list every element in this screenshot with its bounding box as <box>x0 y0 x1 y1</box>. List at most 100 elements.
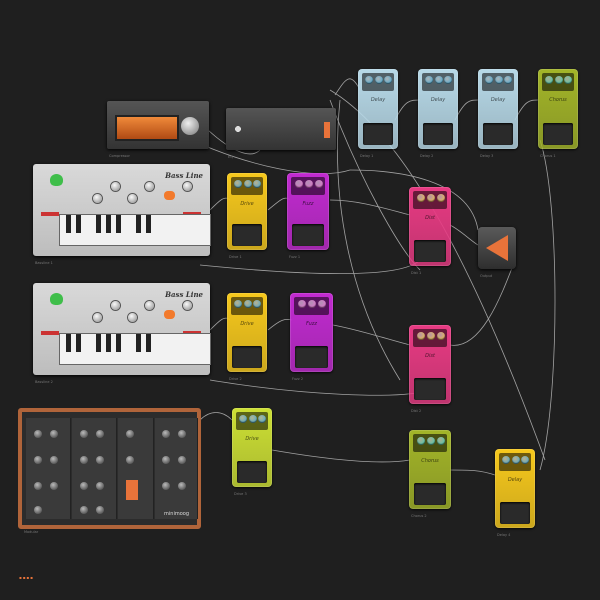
module-knob-icon[interactable] <box>178 482 186 490</box>
eq-slider[interactable] <box>324 122 330 138</box>
pedal-dist[interactable]: Dist Dist 1 <box>409 187 451 275</box>
pattern-button[interactable] <box>41 212 59 216</box>
pedal-knob-icon[interactable] <box>436 194 445 202</box>
stomp-switch[interactable] <box>414 240 446 262</box>
pedal-knob-icon[interactable] <box>294 180 303 188</box>
stomp-switch[interactable] <box>543 123 573 145</box>
heart-button[interactable] <box>164 191 175 200</box>
stomp-switch[interactable] <box>295 346 328 368</box>
pedal-fuzz[interactable]: Fuzz Fuzz 1 <box>287 173 329 259</box>
modular-synth[interactable]: minimoog Modular <box>18 408 201 534</box>
module-knob-icon[interactable] <box>126 430 134 438</box>
pedal-knob-icon[interactable] <box>416 194 425 202</box>
pedal-drive[interactable]: Drive Drive 3 <box>232 408 272 496</box>
stomp-switch[interactable] <box>414 378 446 400</box>
gain-knob-icon[interactable] <box>181 117 199 135</box>
envmod-knob-icon[interactable] <box>145 301 154 310</box>
pedal-knob-icon[interactable] <box>554 76 563 84</box>
cutoff-knob-icon[interactable] <box>111 301 120 310</box>
output-device[interactable]: Output <box>478 227 516 278</box>
pedal-knob-icon[interactable] <box>434 76 443 84</box>
pedal-knob-icon[interactable] <box>297 300 306 308</box>
pedal-knob-icon[interactable] <box>314 180 323 188</box>
pedal-caption: Fuzz 1 <box>289 255 301 259</box>
module-knob-icon[interactable] <box>34 430 42 438</box>
modular-caption: Modular <box>24 530 39 534</box>
bassline-synth-2[interactable]: Bass Line Bassline 2 <box>33 283 211 384</box>
step-keyboard[interactable] <box>59 214 211 246</box>
pedal-drive[interactable]: Drive Drive 2 <box>227 293 267 381</box>
stomp-switch[interactable] <box>232 224 262 246</box>
pedal-knob-icon[interactable] <box>243 180 252 188</box>
stomp-switch[interactable] <box>414 483 446 505</box>
tune-knob-icon[interactable] <box>93 194 102 203</box>
module-knob-icon[interactable] <box>96 482 104 490</box>
module-knob-icon[interactable] <box>126 456 134 464</box>
module-knob-icon[interactable] <box>80 430 88 438</box>
pedal-knob-icon[interactable] <box>308 300 317 308</box>
step-keyboard[interactable] <box>59 333 211 365</box>
pedal-knob-icon[interactable] <box>374 76 383 84</box>
stomp-switch[interactable] <box>237 461 267 483</box>
module-knob-icon[interactable] <box>162 430 170 438</box>
module-knob-icon[interactable] <box>50 482 58 490</box>
module-knob-icon[interactable] <box>96 430 104 438</box>
module-knob-icon[interactable] <box>80 506 88 514</box>
eq-rack[interactable]: EQ <box>226 108 336 159</box>
stomp-switch[interactable] <box>232 346 262 368</box>
module-knob-icon[interactable] <box>50 456 58 464</box>
module-knob-icon[interactable] <box>96 456 104 464</box>
pedal-delay[interactable]: Delay Delay 1 <box>358 69 398 158</box>
module-knob-icon[interactable] <box>162 482 170 490</box>
pedal-knob-icon[interactable] <box>436 332 445 340</box>
pattern-button[interactable] <box>41 331 59 335</box>
pedal-knob-icon[interactable] <box>304 180 313 188</box>
module-knob-icon[interactable] <box>162 456 170 464</box>
pedal-chorus[interactable]: Chorus Chorus 1 <box>538 69 578 158</box>
tune-knob-icon[interactable] <box>93 313 102 322</box>
pedal-knob-icon[interactable] <box>494 76 503 84</box>
bassline-synth-1[interactable]: Bass Line Bassline 1 <box>33 164 211 265</box>
resonance-knob-icon[interactable] <box>128 194 137 203</box>
module-knob-icon[interactable] <box>34 482 42 490</box>
module-knob-icon[interactable] <box>80 456 88 464</box>
pedal-knob-icon[interactable] <box>436 437 445 445</box>
pedal-dist[interactable]: Dist Dist 2 <box>409 325 451 413</box>
resonance-knob-icon[interactable] <box>128 313 137 322</box>
cutoff-knob-icon[interactable] <box>111 182 120 191</box>
module-knob-icon[interactable] <box>34 456 42 464</box>
pedal-drive[interactable]: Drive Drive 1 <box>227 173 267 259</box>
pedal-fuzz[interactable]: Fuzz Fuzz 2 <box>290 293 333 381</box>
decay-knob-icon[interactable] <box>183 301 192 310</box>
status-indicator: ▪▪▪▪ <box>19 575 34 580</box>
stomp-switch[interactable] <box>483 123 513 145</box>
pedal-chorus[interactable]: Chorus Chorus 2 <box>409 430 451 518</box>
pedal-knob-icon[interactable] <box>416 437 425 445</box>
stomp-switch[interactable] <box>363 123 393 145</box>
pedal-knob-icon[interactable] <box>511 456 520 464</box>
stomp-switch[interactable] <box>292 224 324 246</box>
compressor-rack[interactable]: Compressor <box>107 101 209 158</box>
patch-canvas[interactable]: Compressor EQ Bass Line Bassline 1 Bass … <box>0 0 600 600</box>
module-knob-icon[interactable] <box>178 456 186 464</box>
module-knob-icon[interactable] <box>80 482 88 490</box>
pedal-knob-icon[interactable] <box>416 332 425 340</box>
pedal-knob-icon[interactable] <box>426 437 435 445</box>
module-knob-icon[interactable] <box>34 506 42 514</box>
module-knob-icon[interactable] <box>96 506 104 514</box>
module-knob-icon[interactable] <box>50 430 58 438</box>
module-knob-icon[interactable] <box>178 430 186 438</box>
pedal-delay[interactable]: Delay Delay 3 <box>478 69 518 158</box>
decay-knob-icon[interactable] <box>183 182 192 191</box>
pedal-delay[interactable]: Delay Delay 2 <box>418 69 458 158</box>
stomp-switch[interactable] <box>500 502 530 524</box>
stomp-switch[interactable] <box>423 123 453 145</box>
heart-button[interactable] <box>164 310 175 319</box>
envmod-knob-icon[interactable] <box>145 182 154 191</box>
pedal-knob-icon[interactable] <box>248 415 257 423</box>
pedal-knob-icon[interactable] <box>426 194 435 202</box>
pedal-knob-icon[interactable] <box>426 332 435 340</box>
pedal-knob-icon[interactable] <box>243 300 252 308</box>
pedal-delay[interactable]: Delay Delay 4 <box>495 449 535 537</box>
orange-switch[interactable] <box>126 480 138 500</box>
